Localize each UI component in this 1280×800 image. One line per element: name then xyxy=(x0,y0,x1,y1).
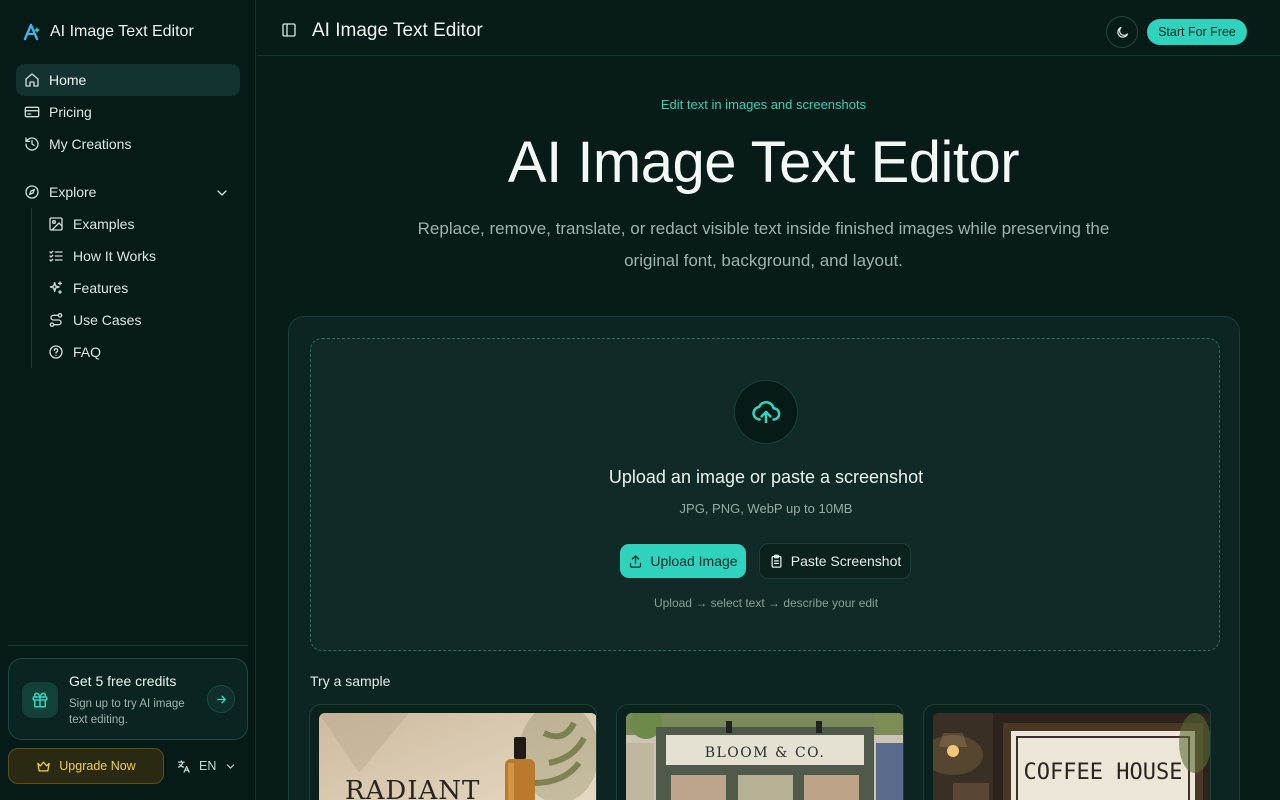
sample-card-coffee[interactable]: COFFEE HOUSE xyxy=(923,704,1211,800)
gift-icon xyxy=(32,692,48,708)
sidebar-item-faq[interactable]: FAQ xyxy=(40,336,240,368)
paste-screenshot-label: Paste Screenshot xyxy=(790,553,902,569)
hero-subtitle: Replace, remove, translate, or redact vi… xyxy=(417,219,1110,270)
sidebar-divider xyxy=(8,645,248,646)
app-logo-icon xyxy=(23,23,40,41)
sidebar-toggle-button[interactable] xyxy=(281,22,299,40)
upload-formats: JPG, PNG, WebP up to 10MB xyxy=(679,501,853,516)
home-icon xyxy=(25,73,39,87)
credits-title: Get 5 free credits xyxy=(69,673,177,689)
sample-text-bloom: BLOOM & CO. xyxy=(705,745,826,761)
samples-heading: Try a sample xyxy=(310,673,391,689)
brand[interactable]: AI Image Text Editor xyxy=(22,21,194,43)
sample-image-radiant: RADIANT xyxy=(319,713,596,800)
free-credits-card[interactable]: Get 5 free credits Sign up to try AI ima… xyxy=(8,658,248,740)
credits-arrow-button[interactable] xyxy=(207,685,235,713)
compass-icon xyxy=(25,185,39,199)
sidebar-group-explore[interactable]: Explore xyxy=(16,176,240,208)
language-label: EN xyxy=(199,759,217,773)
sidebar-item-label: Use Cases xyxy=(73,312,142,328)
list-checks-icon xyxy=(49,250,63,262)
sidebar-item-label: Home xyxy=(49,72,87,88)
hero-eyebrow: Edit text in images and screenshots xyxy=(660,97,867,112)
sidebar-item-examples[interactable]: Examples xyxy=(40,208,240,240)
brand-name: AI Image Text Editor xyxy=(50,23,194,40)
sidebar-item-label: FAQ xyxy=(73,344,102,360)
theme-toggle-button[interactable] xyxy=(1106,16,1138,48)
cloud-upload-icon xyxy=(752,400,781,424)
sidebar-item-use-cases[interactable]: Use Cases xyxy=(40,304,240,336)
sample-card-radiant[interactable]: RADIANT xyxy=(309,704,597,800)
panel-left-icon xyxy=(282,23,296,37)
chevron-down-icon xyxy=(217,190,227,196)
image-icon xyxy=(49,217,63,231)
gift-icon-badge xyxy=(22,682,58,718)
crown-icon xyxy=(37,761,51,771)
sidebar-item-label: Examples xyxy=(73,216,135,232)
credits-subtitle: Sign up to try AI image text editing. xyxy=(69,698,185,726)
hero-title: AI Image Text Editor xyxy=(507,130,1020,195)
sidebar-item-label: Explore xyxy=(49,184,97,200)
upgrade-now-button[interactable]: Upgrade Now xyxy=(8,748,164,784)
upload-image-label: Upload Image xyxy=(650,553,738,569)
start-for-free-button[interactable]: Start For Free xyxy=(1147,19,1247,45)
upload-title: Upload an image or paste a screenshot xyxy=(608,467,924,487)
translate-icon xyxy=(177,759,190,773)
credit-card-icon xyxy=(24,106,40,118)
sidebar-item-label: How It Works xyxy=(73,248,156,264)
help-circle-icon xyxy=(49,345,63,359)
sidebar-item-pricing[interactable]: Pricing xyxy=(16,96,240,128)
sidebar-item-label: Pricing xyxy=(49,104,92,120)
history-icon xyxy=(25,137,39,151)
language-selector[interactable]: EN xyxy=(176,756,237,776)
arrow-right-icon xyxy=(216,695,226,703)
explore-tree-line xyxy=(31,208,32,368)
sidebar-item-label: My Creations xyxy=(49,136,132,152)
sidebar-item-features[interactable]: Features xyxy=(40,272,240,304)
upgrade-label: Upgrade Now xyxy=(59,759,136,773)
sidebar: AI Image Text Editor Home Pricing My Cre… xyxy=(0,0,256,800)
page-title: AI Image Text Editor xyxy=(312,20,483,41)
upload-panel: Upload an image or paste a screenshot JP… xyxy=(288,316,1240,800)
sample-image-coffee: COFFEE HOUSE xyxy=(933,713,1210,800)
route-icon xyxy=(49,313,63,327)
sample-text-radiant: RADIANT xyxy=(345,776,480,800)
sidebar-item-my-creations[interactable]: My Creations xyxy=(16,128,240,160)
moon-icon xyxy=(1116,26,1128,38)
sparkles-icon xyxy=(49,281,62,294)
upload-hint: Upload → select text → describe your edi… xyxy=(653,596,879,610)
upload-dropzone[interactable]: Upload an image or paste a screenshot JP… xyxy=(310,338,1220,651)
upload-icon xyxy=(630,554,642,568)
chevron-down-icon xyxy=(227,763,235,769)
sidebar-item-home[interactable]: Home xyxy=(16,64,240,96)
clipboard-icon xyxy=(771,554,782,568)
upload-icon-badge xyxy=(734,380,798,444)
top-header: AI Image Text Editor Start For Free xyxy=(257,0,1280,56)
sample-text-coffee: COFFEE HOUSE xyxy=(1024,760,1183,785)
paste-screenshot-button[interactable]: Paste Screenshot xyxy=(759,543,911,579)
sidebar-item-how-it-works[interactable]: How It Works xyxy=(40,240,240,272)
sample-card-bloom[interactable]: BLOOM & CO. xyxy=(616,704,904,800)
upload-image-button[interactable]: Upload Image xyxy=(620,544,746,578)
sidebar-item-label: Features xyxy=(73,280,129,296)
sample-image-bloom: BLOOM & CO. xyxy=(626,713,903,800)
